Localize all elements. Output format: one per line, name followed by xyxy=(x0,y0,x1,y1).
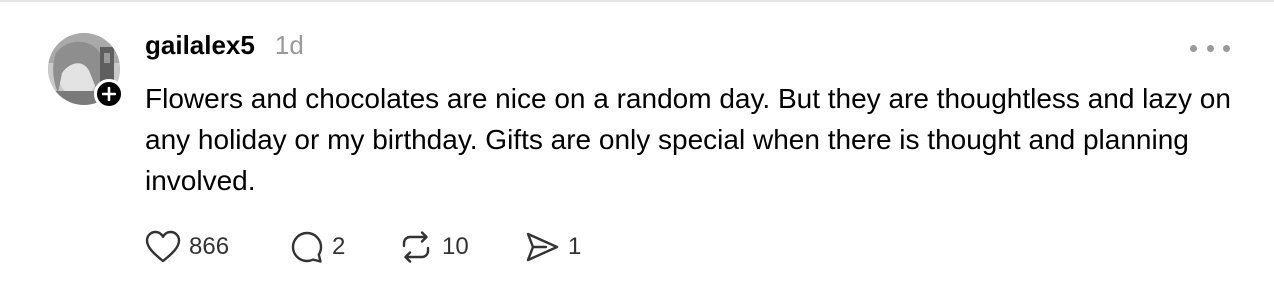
username-link[interactable]: gailalex5 xyxy=(145,30,255,61)
heart-icon xyxy=(145,230,181,264)
comment-count: 2 xyxy=(332,233,346,260)
share-button[interactable]: 1 xyxy=(524,229,604,265)
repost-arrows-icon xyxy=(398,230,434,264)
like-button[interactable]: 866 xyxy=(145,229,290,265)
speech-bubble-icon xyxy=(290,230,324,264)
more-options-button[interactable] xyxy=(1190,36,1230,60)
paper-plane-icon xyxy=(524,230,560,264)
like-count: 866 xyxy=(189,233,230,260)
repost-button[interactable]: 10 xyxy=(398,229,524,265)
avatar-container[interactable] xyxy=(48,33,124,109)
follow-plus-icon[interactable] xyxy=(94,79,124,109)
ellipsis-dot xyxy=(1223,44,1230,52)
comment-button[interactable]: 2 xyxy=(290,229,398,265)
post-timestamp[interactable]: 1d xyxy=(275,30,304,61)
post-actions: 866 2 10 1 xyxy=(145,229,604,265)
ellipsis-icon xyxy=(1190,44,1197,52)
repost-count: 10 xyxy=(442,233,469,260)
post-text: Flowers and chocolates are nice on a ran… xyxy=(145,83,1231,196)
post-header: gailalex5 1d xyxy=(145,30,304,61)
ellipsis-dot xyxy=(1206,44,1214,52)
post: gailalex5 1d Flowers and chocolates are … xyxy=(0,0,1274,300)
share-count: 1 xyxy=(568,233,582,260)
